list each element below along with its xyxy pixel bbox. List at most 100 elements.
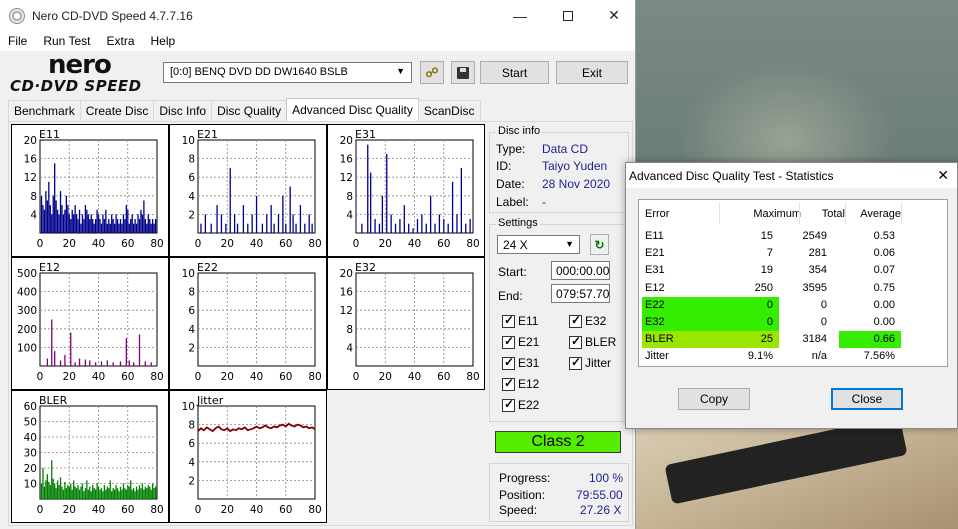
data-bar <box>40 195 43 233</box>
stats-cell-bler-total: 3184 <box>802 333 827 346</box>
progress-value: 100 % <box>589 471 624 485</box>
data-bar <box>266 214 268 233</box>
checkbox-box[interactable] <box>502 334 515 349</box>
y-tick-label: 50 <box>24 417 37 429</box>
close-icon: ✕ <box>608 7 620 23</box>
data-bar <box>403 205 405 233</box>
checkbox-e21[interactable]: E21 <box>502 334 539 349</box>
data-bar <box>103 219 106 233</box>
data-bar <box>154 219 157 233</box>
data-bar <box>45 480 47 499</box>
x-tick-label: 40 <box>92 504 105 516</box>
checkbox-box[interactable] <box>502 397 515 412</box>
menu-run-test[interactable]: Run Test <box>35 34 98 48</box>
checkbox-e12[interactable]: E12 <box>502 376 539 391</box>
data-bar <box>89 219 91 233</box>
y-tick-label: 20 <box>340 135 353 147</box>
checkbox-label: E22 <box>518 398 540 412</box>
tab-create-disc[interactable]: Create Disc <box>79 100 155 121</box>
checkbox-box[interactable] <box>569 355 582 370</box>
tab-disc-info[interactable]: Disc Info <box>153 100 213 121</box>
checkbox-e32[interactable]: E32 <box>569 313 606 328</box>
close-icon[interactable]: ✕ <box>937 167 949 184</box>
y-tick-label: 8 <box>188 287 195 299</box>
speed-value: 27.26 X <box>580 503 622 517</box>
data-bar <box>106 223 108 233</box>
y-tick-label: 2 <box>188 209 195 221</box>
data-bar <box>138 334 141 366</box>
chart-title: E31 <box>355 128 376 141</box>
x-tick-label: 40 <box>408 238 421 250</box>
data-bar <box>65 195 68 233</box>
stats-cell-e21-maximum: 7 <box>766 247 773 260</box>
start-time-input[interactable]: 000:00.00 <box>551 261 610 280</box>
close-button[interactable]: ✕ <box>591 0 637 31</box>
data-bar <box>56 209 59 233</box>
data-bar <box>438 214 441 233</box>
tab-scandisc[interactable]: ScanDisc <box>417 100 481 121</box>
y-tick-label: 6 <box>188 305 195 317</box>
y-tick-label: 10 <box>182 401 195 413</box>
tab-benchmark[interactable]: Benchmark <box>8 100 81 121</box>
exit-button[interactable]: Exit <box>556 61 628 84</box>
data-bar <box>51 319 53 366</box>
data-bar <box>247 223 249 233</box>
data-bar <box>282 195 284 233</box>
statistics-title-bar[interactable]: Advanced Disc Quality Test - Statistics … <box>626 163 957 188</box>
y-tick-label: 20 <box>340 268 353 280</box>
data-bar <box>80 223 82 233</box>
checkbox-e11[interactable]: E11 <box>502 313 538 328</box>
y-tick-label: 300 <box>17 305 37 317</box>
end-time-input[interactable]: 079:57.70 <box>551 284 610 303</box>
data-bar <box>100 361 103 366</box>
y-tick-label: 6 <box>188 438 195 450</box>
x-tick-label: 20 <box>379 238 392 250</box>
speed-select[interactable]: 24 X ▼ <box>497 235 580 254</box>
checkbox-e22[interactable]: E22 <box>502 397 540 412</box>
data-bar <box>84 359 87 366</box>
refresh-speed-button[interactable]: ↻ <box>590 234 609 255</box>
maximize-button[interactable] <box>545 0 591 31</box>
minimize-button[interactable]: — <box>497 0 543 31</box>
data-bar <box>451 181 454 233</box>
data-bar <box>210 223 212 233</box>
x-tick-label: 60 <box>121 371 134 383</box>
checkbox-e31[interactable]: E31 <box>502 355 539 370</box>
start-button[interactable]: Start <box>480 61 549 84</box>
tab-disc-quality[interactable]: Disc Quality <box>211 100 288 121</box>
close-dialog-button[interactable]: Close <box>831 388 903 410</box>
x-tick-label: 0 <box>195 238 202 250</box>
save-button[interactable] <box>451 61 475 84</box>
data-bar <box>133 223 135 233</box>
copy-button[interactable]: Copy <box>678 388 750 410</box>
stats-header-error: Error <box>645 208 670 220</box>
checkbox-box[interactable] <box>569 313 582 328</box>
checkbox-jitter[interactable]: Jitter <box>569 355 611 370</box>
stats-cell-jitter-error: Jitter <box>645 350 669 363</box>
y-tick-label: 6 <box>188 172 195 184</box>
data-bar <box>111 491 113 499</box>
menu-extra[interactable]: Extra <box>98 34 142 48</box>
header-separator <box>719 202 720 224</box>
data-bar <box>99 489 101 499</box>
data-bar <box>130 219 132 233</box>
disc-settings-button[interactable]: ☍ <box>420 61 444 84</box>
checkbox-box[interactable] <box>502 376 515 391</box>
data-bar <box>141 483 144 499</box>
drive-select[interactable]: [0:0] BENQ DVD DD DW1640 BSLB ▼ <box>163 62 412 83</box>
checkbox-bler[interactable]: BLER <box>569 334 616 349</box>
menu-file[interactable]: File <box>0 34 35 48</box>
data-bar <box>40 483 43 499</box>
checkbox-box[interactable] <box>502 313 515 328</box>
data-bar <box>54 351 56 366</box>
checkbox-box[interactable] <box>502 355 515 370</box>
title-bar[interactable]: Nero CD-DVD Speed 4.7.7.16 — ✕ <box>0 0 635 31</box>
data-bar <box>51 460 53 499</box>
checkbox-box[interactable] <box>569 334 582 349</box>
x-tick-label: 40 <box>250 504 263 516</box>
menu-bar: File Run Test Extra Help <box>0 31 635 51</box>
menu-help[interactable]: Help <box>143 34 184 48</box>
nero-logo: nero CD·DVD SPEED <box>10 52 160 95</box>
data-bar <box>59 191 62 233</box>
tab-advanced-disc-quality[interactable]: Advanced Disc Quality <box>286 98 419 121</box>
